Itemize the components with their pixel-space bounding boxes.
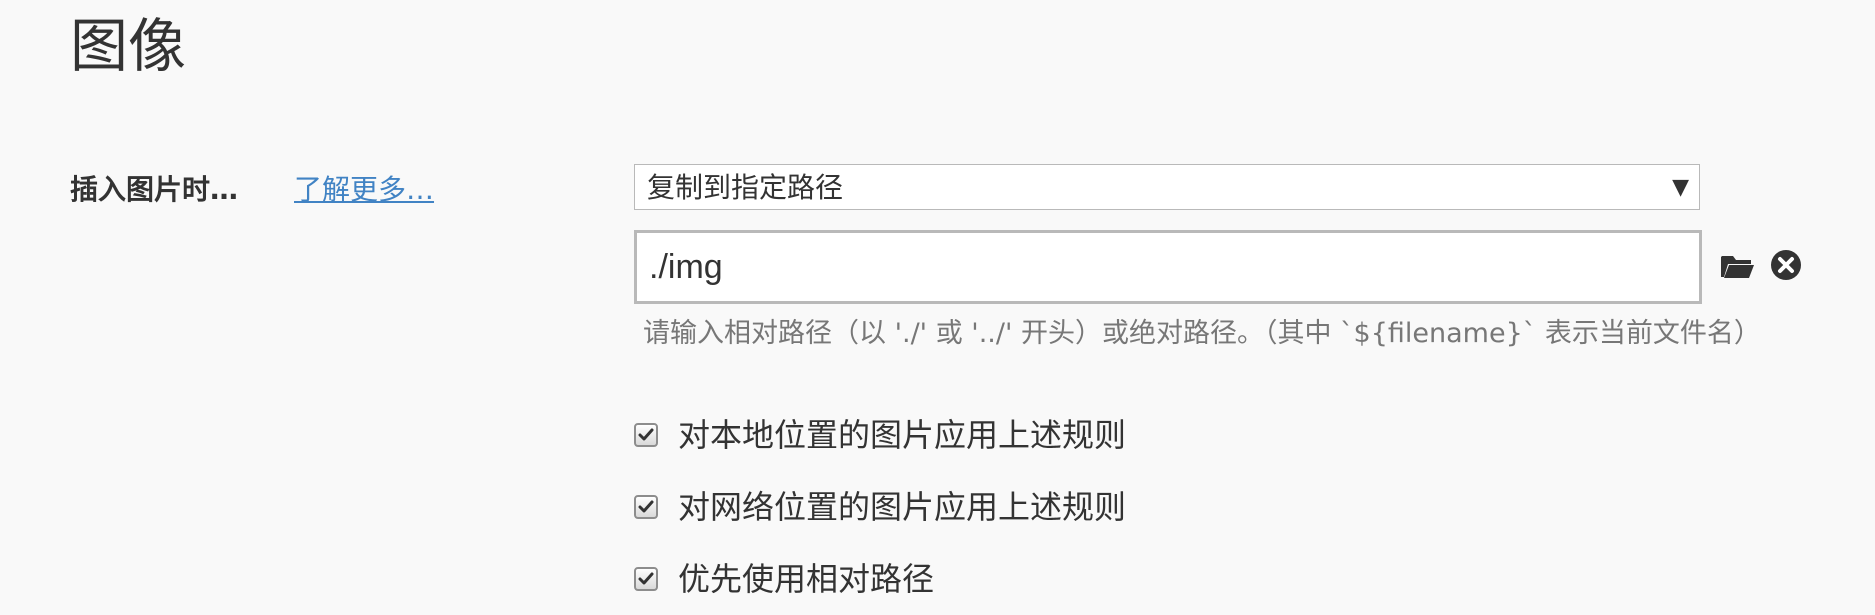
image-preferences-panel: 图像 插入图片时… 了解更多… 复制到指定路径 ▼ 请输入相对路径（以 './'… [0, 0, 1875, 615]
checkmark-icon [638, 572, 654, 585]
checkmark-icon [638, 500, 654, 513]
option-label: 优先使用相对路径 [678, 560, 935, 598]
dropdown-arrow-icon: ▼ [1672, 175, 1689, 200]
option-prefer-relative-path[interactable]: 优先使用相对路径 [634, 557, 934, 601]
clear-circle-icon[interactable] [1770, 249, 1802, 281]
checkbox-local-images[interactable] [634, 423, 658, 447]
insert-image-label: 插入图片时… [70, 173, 239, 206]
option-apply-network-images[interactable]: 对网络位置的图片应用上述规则 [634, 485, 1126, 529]
insert-action-select[interactable]: 复制到指定路径 ▼ [634, 164, 1700, 210]
checkbox-relative-path[interactable] [634, 567, 658, 591]
image-path-input[interactable] [634, 230, 1702, 304]
section-title: 图像 [70, 12, 187, 80]
folder-open-icon[interactable] [1719, 248, 1755, 284]
checkbox-network-images[interactable] [634, 495, 658, 519]
checkmark-icon [638, 428, 654, 441]
option-label: 对网络位置的图片应用上述规则 [678, 488, 1127, 526]
option-apply-local-images[interactable]: 对本地位置的图片应用上述规则 [634, 413, 1126, 457]
insert-action-value: 复制到指定路径 [647, 171, 844, 204]
path-hint-text: 请输入相对路径（以 './' 或 '../' 开头）或绝对路径。（其中 `${f… [643, 318, 1761, 349]
option-label: 对本地位置的图片应用上述规则 [678, 416, 1127, 454]
learn-more-link[interactable]: 了解更多… [294, 168, 434, 212]
